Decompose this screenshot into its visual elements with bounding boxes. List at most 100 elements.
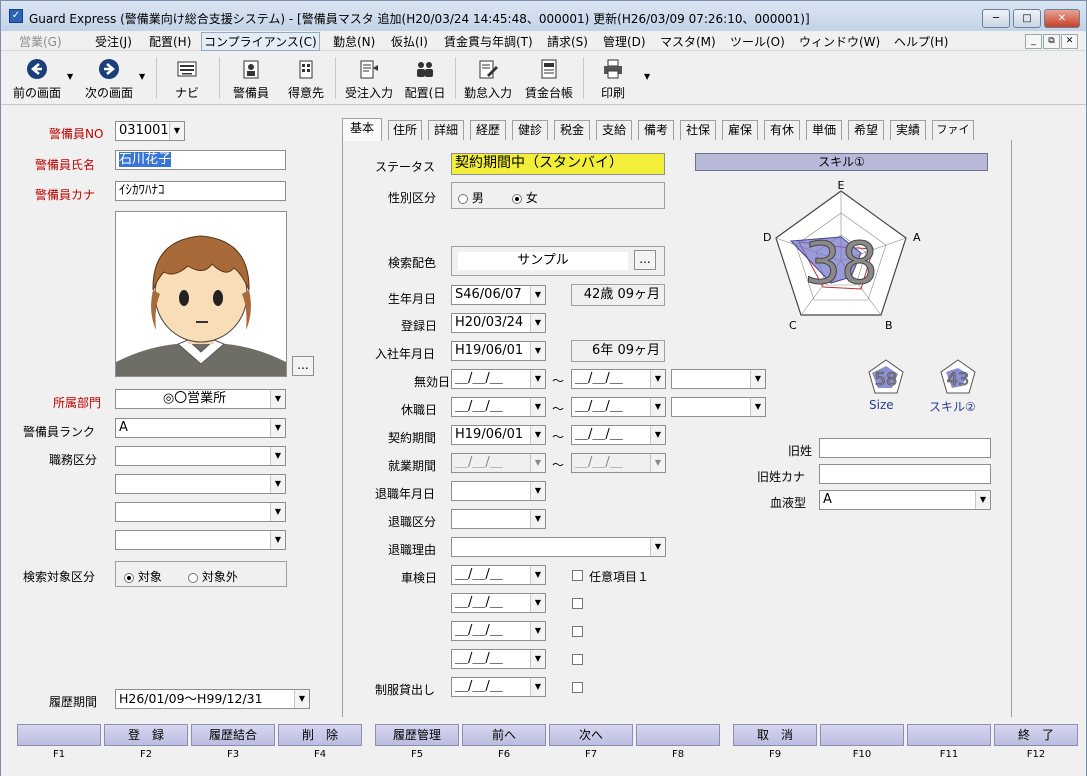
f2-register-button[interactable]: 登 録: [104, 724, 188, 746]
duty-select-1[interactable]: ▼: [115, 446, 286, 466]
inspection-date-picker-3[interactable]: ＿/＿/＿ ▼: [451, 621, 546, 641]
uniform-checkbox[interactable]: [572, 682, 583, 693]
optional-item-checkbox-3[interactable]: [572, 626, 583, 637]
navi-button[interactable]: ナビ: [164, 55, 210, 101]
old-kana-field[interactable]: [819, 464, 991, 484]
menu-admin[interactable]: 管理(D): [603, 33, 646, 50]
tab-health[interactable]: 健診: [512, 120, 548, 140]
old-name-field[interactable]: [819, 438, 991, 458]
f3-history-merge-button[interactable]: 履歴結合: [191, 724, 275, 746]
f5-history-manage-button[interactable]: 履歴管理: [375, 724, 459, 746]
duty-select-4[interactable]: ▼: [115, 530, 286, 550]
tab-results[interactable]: 実績: [890, 120, 926, 140]
menu-sales[interactable]: 営業(G): [19, 33, 62, 50]
gender-male-radio[interactable]: 男: [458, 189, 484, 206]
menu-billing[interactable]: 請求(S): [547, 33, 588, 50]
uniform-date-picker[interactable]: ＿/＿/＿ ▼: [451, 677, 546, 697]
invalid-from-picker[interactable]: ＿/＿/＿ ▼: [451, 369, 546, 389]
forward-dropdown-icon[interactable]: ▼: [139, 72, 145, 81]
placement-button[interactable]: 配置(日: [400, 55, 450, 101]
rank-select[interactable]: A ▼: [115, 418, 286, 438]
f7-next-button[interactable]: 次へ: [549, 724, 633, 746]
search-color-button[interactable]: ...: [634, 250, 656, 270]
order-entry-button[interactable]: 受注入力: [342, 55, 396, 101]
menu-orders[interactable]: 受注(J): [95, 33, 132, 50]
optional-item-checkbox-1[interactable]: [572, 570, 583, 581]
attendance-button[interactable]: 勤怠入力: [461, 55, 515, 101]
leave-from-picker[interactable]: ＿/＿/＿ ▼: [451, 397, 546, 417]
menu-placement[interactable]: 配置(H): [149, 33, 191, 50]
skill-radar-chart[interactable]: 38 E A B C D: [751, 177, 931, 335]
gender-female-radio[interactable]: 女: [512, 189, 538, 206]
birth-date-picker[interactable]: S46/06/07 ▼: [451, 285, 546, 305]
tab-payment[interactable]: 支給: [596, 120, 632, 140]
f6-prev-button[interactable]: 前へ: [462, 724, 546, 746]
reg-date-picker[interactable]: H20/03/24 ▼: [451, 313, 546, 333]
tab-tax[interactable]: 税金: [554, 120, 590, 140]
optional-item-checkbox-2[interactable]: [572, 598, 583, 609]
size-mini-chart[interactable]: 58: [866, 358, 906, 396]
ledger-button[interactable]: 賃金台帳: [522, 55, 576, 101]
retire-type-select[interactable]: ▼: [451, 509, 546, 529]
duty-select-2[interactable]: ▼: [115, 474, 286, 494]
optional-item-checkbox-4[interactable]: [572, 654, 583, 665]
f1-button[interactable]: [17, 724, 101, 746]
skill2-mini-chart[interactable]: 43: [938, 358, 978, 396]
menu-compliance[interactable]: コンプライアンス(C): [201, 32, 320, 51]
photo-browse-button[interactable]: ...: [292, 356, 314, 376]
contract-to-picker[interactable]: ＿/＿/＿ ▼: [571, 425, 666, 445]
tab-address[interactable]: 住所: [388, 120, 422, 140]
f12-exit-button[interactable]: 終 了: [994, 724, 1078, 746]
maximize-button[interactable]: □: [1013, 9, 1041, 28]
print-dropdown-icon[interactable]: ▼: [644, 72, 650, 81]
menu-help[interactable]: ヘルプ(H): [894, 33, 948, 50]
kana-field[interactable]: ｲｼｶﾜﾊﾅｺ: [115, 181, 286, 201]
tab-career[interactable]: 経歴: [470, 120, 506, 140]
print-button[interactable]: 印刷: [591, 55, 635, 101]
back-button[interactable]: 前の画面: [7, 55, 67, 101]
retire-date-picker[interactable]: ▼: [451, 481, 546, 501]
inspection-date-picker-1[interactable]: ＿/＿/＿ ▼: [451, 565, 546, 585]
history-select[interactable]: H26/01/09～H99/12/31 ▼: [115, 689, 310, 709]
guard-button[interactable]: 警備員: [227, 55, 275, 101]
search-target-on-radio[interactable]: 対象: [124, 568, 162, 585]
invalid-reason-select[interactable]: ▼: [671, 369, 766, 389]
name-field[interactable]: 石川花子: [115, 150, 286, 170]
mdi-minimize-button[interactable]: _: [1025, 34, 1042, 49]
tab-file[interactable]: ファイル: [932, 120, 974, 154]
invalid-to-picker[interactable]: ＿/＿/＿ ▼: [571, 369, 666, 389]
mdi-close-button[interactable]: ✕: [1061, 34, 1078, 49]
mdi-restore-button[interactable]: ⧉: [1043, 34, 1060, 49]
menu-tools[interactable]: ツール(O): [730, 33, 785, 50]
tab-unit-price[interactable]: 単価: [806, 120, 842, 140]
tab-notes[interactable]: 備考: [638, 120, 674, 140]
menu-master[interactable]: マスタ(M): [660, 33, 716, 50]
f11-button[interactable]: [907, 724, 991, 746]
back-dropdown-icon[interactable]: ▼: [67, 72, 73, 81]
menu-wages[interactable]: 賃金貫与年調(T): [444, 33, 533, 50]
join-date-picker[interactable]: H19/06/01 ▼: [451, 341, 546, 361]
leave-reason-select[interactable]: ▼: [671, 397, 766, 417]
f4-delete-button[interactable]: 削 除: [278, 724, 362, 746]
retire-reason-select[interactable]: ▼: [451, 537, 666, 557]
f9-cancel-button[interactable]: 取 消: [733, 724, 817, 746]
menu-attendance[interactable]: 勤怠(N): [333, 33, 375, 50]
guard-no-select[interactable]: 031001 ▼: [115, 121, 185, 141]
tab-social-insurance[interactable]: 社保: [680, 120, 716, 140]
tab-employment-insurance[interactable]: 雇保: [722, 120, 758, 140]
forward-button[interactable]: 次の画面: [81, 55, 137, 101]
dept-select[interactable]: ◎〇営業所 ▼: [115, 389, 286, 409]
blood-type-select[interactable]: A ▼: [819, 490, 991, 510]
contract-from-picker[interactable]: H19/06/01 ▼: [451, 425, 546, 445]
client-button[interactable]: 得意先: [283, 55, 329, 101]
menu-advance[interactable]: 仮払(I): [391, 33, 428, 50]
inspection-date-picker-4[interactable]: ＿/＿/＿ ▼: [451, 649, 546, 669]
tab-detail[interactable]: 詳細: [428, 120, 464, 140]
search-target-off-radio[interactable]: 対象外: [188, 568, 238, 585]
tab-wishes[interactable]: 希望: [848, 120, 884, 140]
minimize-button[interactable]: ─: [982, 9, 1010, 28]
f8-button[interactable]: [636, 724, 720, 746]
leave-to-picker[interactable]: ＿/＿/＿ ▼: [571, 397, 666, 417]
menu-window[interactable]: ウィンドウ(W): [799, 33, 880, 50]
inspection-date-picker-2[interactable]: ＿/＿/＿ ▼: [451, 593, 546, 613]
